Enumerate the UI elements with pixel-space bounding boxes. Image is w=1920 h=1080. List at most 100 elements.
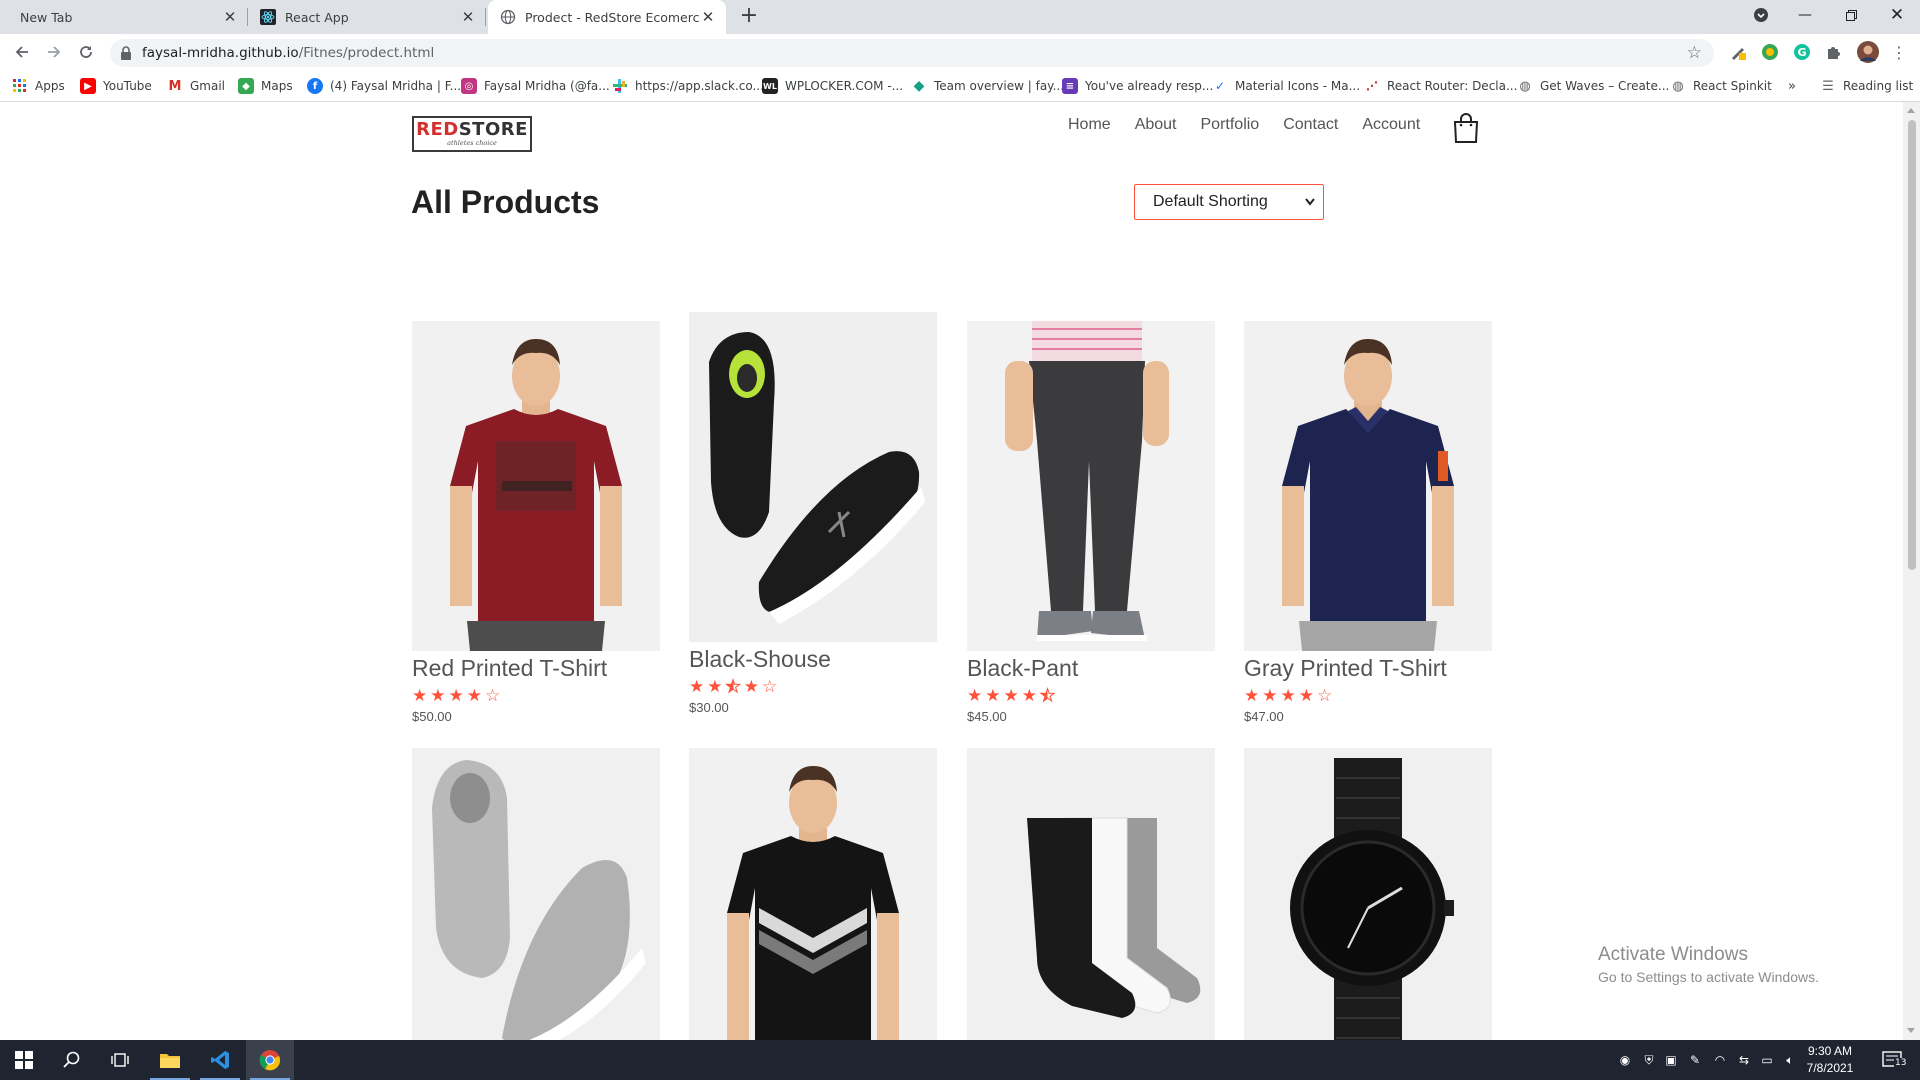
extension-green-icon[interactable]	[1761, 43, 1779, 61]
lock-icon[interactable]	[120, 46, 132, 60]
wifi-icon[interactable]: ◠	[1712, 1052, 1728, 1068]
product-card[interactable]: Black-Pant ★ ★ ★ ★ ★ $45.00	[967, 321, 1215, 724]
scroll-thumb[interactable]	[1908, 120, 1916, 570]
scroll-up-icon[interactable]	[1907, 108, 1915, 113]
more-bookmarks-button[interactable]: »	[1788, 76, 1796, 96]
address-bar[interactable]: faysal-mridha.github.io/Fitnes/prodect.h…	[110, 39, 1714, 67]
product-image-red-tshirt[interactable]	[412, 321, 660, 651]
product-image-black-pant[interactable]	[967, 321, 1215, 651]
nav-about[interactable]: About	[1135, 116, 1177, 134]
close-icon[interactable]: ✕	[460, 8, 476, 26]
file-explorer-icon[interactable]	[146, 1040, 194, 1080]
nav-account[interactable]: Account	[1362, 116, 1420, 134]
vscode-icon[interactable]	[196, 1040, 244, 1080]
star-full-icon: ★	[448, 686, 464, 706]
bookmark-slack[interactable]: https://app.slack.co...	[612, 76, 764, 96]
product-name[interactable]: Red Printed T-Shirt	[412, 655, 660, 682]
product-card[interactable]: Black-Shouse ★ ★ ★ ★ ☆ $30.00	[689, 312, 937, 715]
grammarly-icon[interactable]: G	[1793, 43, 1811, 61]
nav-portfolio[interactable]: Portfolio	[1201, 116, 1260, 134]
tab-prodect[interactable]: Prodect - RedStore Ecomerce We ✕	[488, 0, 726, 34]
product-name[interactable]: Black-Shouse	[689, 646, 937, 673]
product-name[interactable]: Gray Printed T-Shirt	[1244, 655, 1492, 682]
search-icon[interactable]	[48, 1040, 96, 1080]
bookmark-react-router[interactable]: ⋰ React Router: Decla...	[1364, 76, 1517, 96]
product-rating: ★ ★ ★ ★ ☆	[689, 677, 937, 698]
product-price: $50.00	[412, 709, 452, 724]
task-view-icon[interactable]	[96, 1040, 144, 1080]
url-path: /Fitnes/prodect.html	[298, 45, 435, 61]
bookmark-youtube[interactable]: ▶ YouTube	[80, 76, 152, 96]
product-image-black-puma-tshirt[interactable]	[689, 748, 937, 1040]
redstore-logo[interactable]: REDSTORE athletes choice	[412, 116, 532, 152]
chrome-tray-icon[interactable]: ◉	[1617, 1052, 1633, 1068]
nav-home[interactable]: Home	[1068, 116, 1111, 134]
bookmark-material-icons[interactable]: ✓ Material Icons - Ma...	[1212, 76, 1360, 96]
tab-react-app[interactable]: React App ✕	[248, 0, 486, 34]
close-window-button[interactable]: ✕	[1874, 0, 1920, 30]
reload-icon[interactable]	[74, 40, 98, 64]
bookmark-get-waves[interactable]: ◍ Get Waves – Create...	[1517, 76, 1669, 96]
windows-start-icon[interactable]	[0, 1040, 48, 1080]
bookmark-apps[interactable]: Apps	[12, 76, 65, 96]
bookmark-react-spinkit[interactable]: ◍ React Spinkit	[1670, 76, 1772, 96]
star-full-icon: ★	[1280, 686, 1296, 706]
chrome-taskbar-icon[interactable]	[246, 1040, 294, 1080]
product-image-black-watch[interactable]	[1244, 748, 1492, 1040]
back-icon[interactable]	[10, 40, 34, 64]
star-icon[interactable]: ☆	[1687, 43, 1702, 63]
product-card[interactable]	[412, 748, 660, 1040]
logo-black-text: STORE	[458, 119, 528, 140]
nav-contact[interactable]: Contact	[1283, 116, 1338, 134]
bookmark-facebook[interactable]: f (4) Faysal Mridha | F...	[307, 76, 461, 96]
bookmark-maps[interactable]: ◆ Maps	[238, 76, 293, 96]
bookmark-forms[interactable]: ≡ You've already resp...	[1062, 76, 1213, 96]
product-card[interactable]	[1244, 748, 1492, 1040]
close-icon[interactable]: ✕	[700, 8, 716, 26]
new-tab-button[interactable]: +	[738, 5, 760, 28]
product-image-navy-polo[interactable]	[1244, 321, 1492, 651]
product-image-gray-sneakers[interactable]	[412, 748, 660, 1040]
product-price: $47.00	[1244, 709, 1284, 724]
extension-pencil-icon[interactable]	[1729, 43, 1747, 61]
reading-list-button[interactable]: ☰ Reading list	[1820, 76, 1913, 96]
app-tray-icon[interactable]: ▣	[1663, 1052, 1679, 1068]
cart-icon[interactable]	[1452, 112, 1480, 144]
notifications-icon[interactable]: 13	[1880, 1051, 1908, 1068]
volume-icon[interactable]: 🔈︎	[1782, 1052, 1798, 1068]
extensions-puzzle-icon[interactable]	[1825, 43, 1843, 61]
forward-icon[interactable]	[42, 40, 66, 64]
security-tray-icon[interactable]: ⛨	[1641, 1052, 1657, 1068]
bookmark-team-overview[interactable]: ◆ Team overview | fay...	[911, 76, 1064, 96]
minimize-button[interactable]: —	[1782, 0, 1828, 30]
product-image-black-shoes[interactable]	[689, 312, 937, 642]
profile-avatar[interactable]	[1857, 41, 1879, 63]
star-full-icon: ★	[1262, 686, 1278, 706]
bookmark-instagram[interactable]: ◎ Faysal Mridha (@fa...	[461, 76, 610, 96]
product-card[interactable]	[967, 748, 1215, 1040]
tab-new-tab[interactable]: New Tab ✕	[8, 0, 248, 34]
watermark-subtitle: Go to Settings to activate Windows.	[1598, 969, 1819, 985]
network-icon[interactable]: ⇆	[1736, 1052, 1752, 1068]
product-card[interactable]: Red Printed T-Shirt ★ ★ ★ ★ ☆ $50.00	[412, 321, 660, 724]
product-image-socks[interactable]	[967, 748, 1215, 1040]
taskbar-clock[interactable]: 9:30 AM 7/8/2021	[1800, 1043, 1860, 1077]
menu-kebab-icon[interactable]: ⋮	[1890, 43, 1908, 62]
restore-button[interactable]	[1828, 0, 1874, 30]
bookmark-gmail[interactable]: M Gmail	[167, 76, 225, 96]
tab-search-icon[interactable]	[1738, 0, 1784, 30]
bookmark-wplocker[interactable]: WL WPLOCKER.COM -...	[762, 76, 903, 96]
sort-select[interactable]: Default Shorting	[1134, 184, 1324, 220]
scroll-down-icon[interactable]	[1907, 1028, 1915, 1033]
battery-icon[interactable]: ▭	[1759, 1052, 1775, 1068]
vertical-scrollbar[interactable]	[1903, 102, 1920, 1040]
close-icon[interactable]: ✕	[222, 8, 238, 26]
product-card[interactable]	[689, 748, 937, 1040]
diamond-icon: ◆	[913, 78, 925, 94]
star-half-icon: ★	[725, 677, 741, 698]
pen-tray-icon[interactable]: ✎	[1687, 1052, 1703, 1068]
bookmark-label: Gmail	[190, 79, 226, 93]
product-name[interactable]: Black-Pant	[967, 655, 1215, 682]
bookmark-label: Material Icons - Ma...	[1235, 79, 1361, 93]
product-card[interactable]: Gray Printed T-Shirt ★ ★ ★ ★ ☆ $47.00	[1244, 321, 1492, 724]
